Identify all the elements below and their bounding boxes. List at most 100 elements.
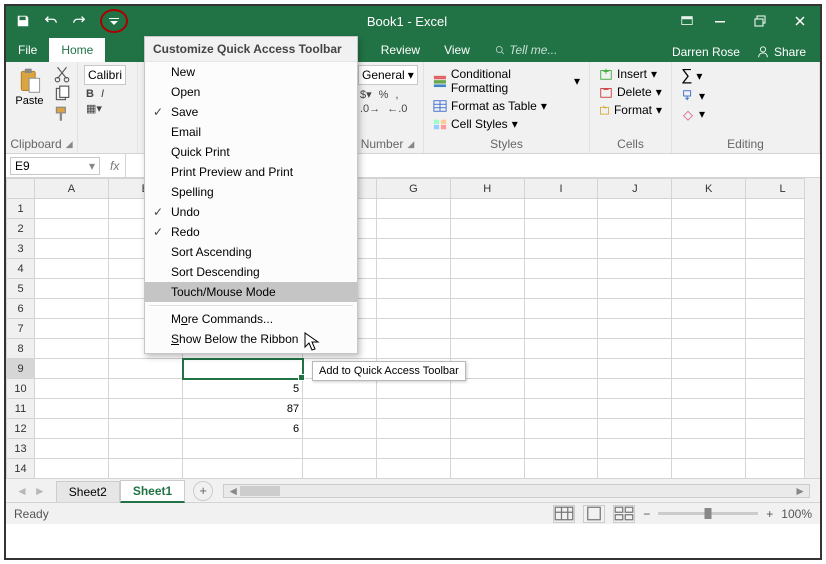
tell-me-search[interactable]: Tell me... [482, 38, 570, 62]
grid-cell[interactable]: 87 [183, 399, 303, 419]
sheet-nav-next[interactable]: ► [34, 484, 46, 498]
borders-button[interactable]: ▦▾ [84, 101, 104, 116]
spreadsheet-grid[interactable]: A B F G H I J K L 1 2 3 4 5 6 7 8 9 105 … [6, 178, 820, 478]
fill-button[interactable]: ▾ [678, 87, 813, 105]
undo-icon[interactable] [40, 10, 62, 32]
zoom-in-button[interactable]: + [766, 507, 773, 521]
grid-cell[interactable]: 6 [183, 419, 303, 439]
qat-item-undo[interactable]: Undo [145, 202, 357, 222]
qat-item-quickprint[interactable]: Quick Print [145, 142, 357, 162]
share-label: Share [774, 45, 806, 59]
user-name[interactable]: Darren Rose [672, 45, 740, 59]
cut-icon[interactable] [53, 65, 71, 83]
decrease-decimal-button[interactable]: ←.0 [385, 102, 409, 116]
qat-item-touch-mouse[interactable]: Touch/Mouse Mode [145, 282, 357, 302]
horizontal-scrollbar[interactable]: ◄► [223, 484, 810, 498]
zoom-level[interactable]: 100% [781, 507, 812, 521]
increase-decimal-button[interactable]: .0→ [358, 102, 382, 116]
vertical-scrollbar[interactable] [804, 178, 820, 478]
comma-button[interactable]: , [393, 88, 400, 102]
tooltip: Add to Quick Access Toolbar [312, 361, 466, 381]
conditional-formatting-button[interactable]: Conditional Formatting▾ [430, 65, 583, 97]
editing-group-label: Editing [727, 137, 764, 151]
titlebar: Book1 - Excel [6, 6, 820, 36]
cells-group-label: Cells [617, 137, 644, 151]
percent-button[interactable]: % [377, 88, 391, 102]
format-painter-icon[interactable] [53, 105, 71, 123]
page-layout-view-button[interactable] [583, 505, 605, 523]
col-header[interactable]: I [524, 179, 598, 199]
qat-item-spelling[interactable]: Spelling [145, 182, 357, 202]
name-box[interactable]: E9▾ [10, 157, 100, 175]
menu-separator [149, 305, 353, 306]
delete-cells-button[interactable]: Delete▾ [596, 83, 665, 101]
zoom-slider[interactable] [658, 512, 758, 515]
cell-styles-button[interactable]: Cell Styles▾ [430, 115, 583, 133]
selected-cell[interactable] [183, 359, 303, 379]
window-title: Book1 - Excel [134, 14, 680, 29]
qat-item-email[interactable]: Email [145, 122, 357, 142]
sheet-nav-prev[interactable]: ◄ [16, 484, 28, 498]
qat-item-sort-desc[interactable]: Sort Descending [145, 262, 357, 282]
close-button[interactable] [780, 6, 820, 36]
col-header[interactable]: K [672, 179, 746, 199]
page-break-view-button[interactable] [613, 505, 635, 523]
fx-button[interactable]: fx [104, 159, 125, 173]
mouse-cursor-icon [304, 332, 320, 355]
tab-review[interactable]: Review [369, 38, 432, 62]
quick-access-toolbar [6, 9, 134, 33]
redo-icon[interactable] [68, 10, 90, 32]
clear-button[interactable]: ▾ [678, 105, 813, 123]
tell-me-label: Tell me... [509, 43, 557, 57]
col-header[interactable]: H [450, 179, 524, 199]
qat-item-new[interactable]: New [145, 62, 357, 82]
titlebar-extra-icons [680, 14, 694, 28]
col-header[interactable]: G [376, 179, 450, 199]
italic-button[interactable]: I [99, 87, 106, 101]
customize-qat-button[interactable] [100, 9, 128, 33]
grid-cell[interactable]: 5 [183, 379, 303, 399]
sheet-tab[interactable]: Sheet2 [56, 481, 120, 502]
format-as-table-button[interactable]: Format as Table▾ [430, 97, 583, 115]
font-name-selector[interactable]: Calibri [84, 65, 126, 85]
qat-menu-header: Customize Quick Access Toolbar [145, 37, 357, 62]
clipboard-dialog-launcher[interactable]: ◢ [66, 139, 73, 150]
normal-view-button[interactable] [553, 505, 575, 523]
styles-group-label: Styles [490, 137, 523, 151]
customize-qat-menu: Customize Quick Access Toolbar New Open … [144, 36, 358, 354]
zoom-out-button[interactable]: − [643, 507, 650, 521]
qat-item-preview[interactable]: Print Preview and Print [145, 162, 357, 182]
tab-file[interactable]: File [6, 38, 49, 62]
copy-icon[interactable] [53, 85, 71, 103]
qat-item-redo[interactable]: Redo [145, 222, 357, 242]
ribbon-display-icon[interactable] [680, 14, 694, 28]
status-ready: Ready [14, 507, 49, 521]
sheet-tab-bar: ◄ ► Sheet2 Sheet1 + ◄► [6, 478, 820, 502]
tab-home[interactable]: Home [49, 38, 105, 62]
status-bar: Ready − + 100% [6, 502, 820, 524]
insert-cells-button[interactable]: Insert▾ [596, 65, 665, 83]
bold-button[interactable]: B [84, 87, 96, 101]
col-header[interactable]: A [35, 179, 109, 199]
qat-item-open[interactable]: Open [145, 82, 357, 102]
number-group-label: Number [361, 137, 404, 151]
qat-item-show-below[interactable]: Show Below the Ribbon [145, 329, 357, 349]
save-icon[interactable] [12, 10, 34, 32]
autosum-button[interactable]: ∑▾ [678, 65, 813, 87]
qat-item-sort-asc[interactable]: Sort Ascending [145, 242, 357, 262]
minimize-button[interactable] [700, 6, 740, 36]
tab-view[interactable]: View [432, 38, 482, 62]
number-format-selector[interactable]: General▾ [358, 65, 418, 85]
qat-item-save[interactable]: Save [145, 102, 357, 122]
currency-button[interactable]: $▾ [358, 87, 374, 102]
restore-button[interactable] [740, 6, 780, 36]
number-dialog-launcher[interactable]: ◢ [407, 139, 414, 150]
select-all-corner[interactable] [7, 179, 35, 199]
qat-item-more-commands[interactable]: More Commands... [145, 309, 357, 329]
add-sheet-button[interactable]: + [193, 481, 213, 501]
col-header[interactable]: J [598, 179, 672, 199]
sheet-tab-active[interactable]: Sheet1 [120, 480, 185, 503]
paste-button[interactable]: Paste [12, 65, 47, 107]
format-cells-button[interactable]: Format▾ [596, 101, 665, 119]
share-button[interactable]: Share [750, 42, 812, 62]
